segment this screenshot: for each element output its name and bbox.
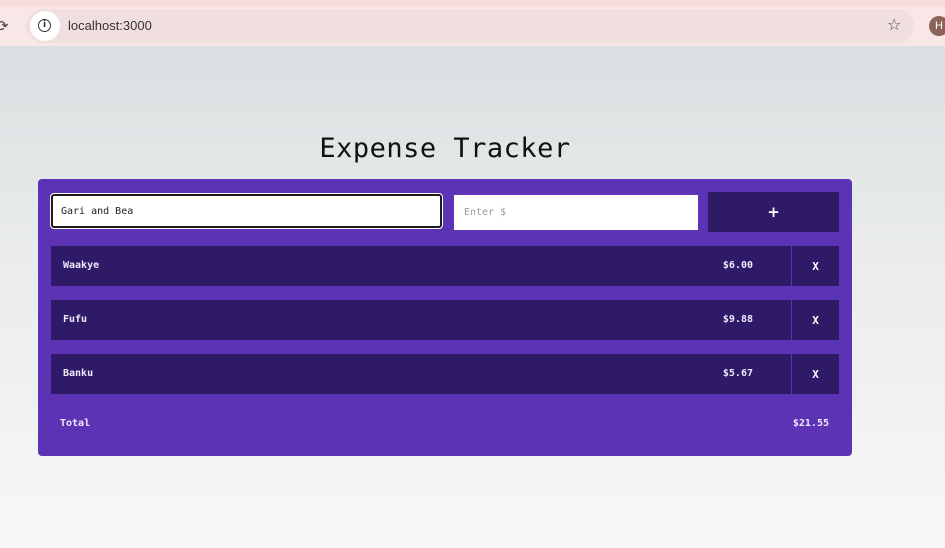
avatar[interactable]: H [929, 16, 945, 36]
expense-amount: $9.88 [722, 314, 753, 325]
info-icon: i [38, 19, 51, 32]
expense-row: Waakye $6.00 [51, 246, 791, 286]
add-expense-button[interactable]: + [708, 192, 839, 232]
expense-name-input[interactable] [50, 193, 443, 229]
browser-toolbar: ⟳ i localhost:3000 ☆ H [0, 6, 945, 46]
delete-expense-button[interactable]: X [792, 246, 839, 286]
address-bar[interactable] [26, 9, 914, 43]
expense-row: Fufu $9.88 [51, 300, 791, 340]
expense-name: Fufu [63, 314, 88, 325]
delete-expense-button[interactable]: X [792, 354, 839, 394]
expense-amount-input[interactable] [454, 195, 698, 230]
reload-icon[interactable]: ⟳ [0, 16, 12, 36]
total-value: $21.55 [792, 418, 829, 429]
star-icon[interactable]: ☆ [887, 15, 905, 35]
delete-expense-button[interactable]: X [792, 300, 839, 340]
total-label: Total [60, 418, 91, 429]
page-title: Expense Tracker [319, 133, 571, 164]
expense-row: Banku $5.67 [51, 354, 791, 394]
expense-card: + Waakye $6.00 X Fufu $9.88 X Banku $5.6… [38, 179, 852, 456]
url-text[interactable]: localhost:3000 [68, 18, 152, 33]
expense-amount: $5.67 [722, 368, 753, 379]
expense-name: Waakye [63, 260, 100, 271]
expense-name: Banku [63, 368, 94, 379]
expense-amount: $6.00 [722, 260, 753, 271]
site-info-button[interactable]: i [30, 11, 60, 41]
